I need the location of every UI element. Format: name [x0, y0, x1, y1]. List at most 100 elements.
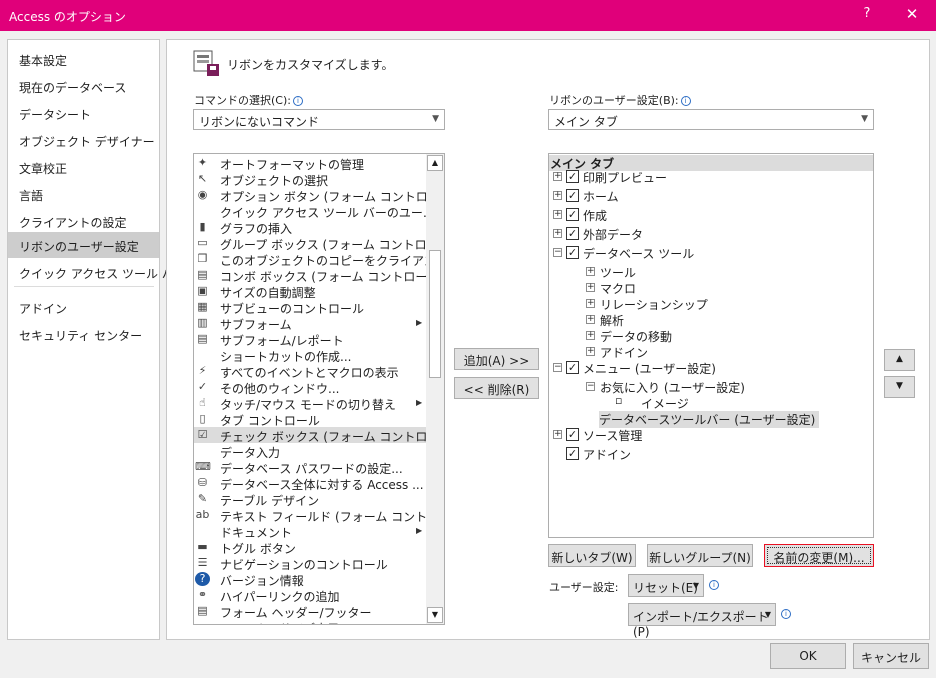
- expand-icon[interactable]: +: [586, 283, 595, 292]
- command-item[interactable]: ↖ オブジェクトの選択: [194, 171, 426, 188]
- close-button[interactable]: ✕: [902, 5, 922, 25]
- command-item[interactable]: ◉ オプション ボタン (フォーム コントロ…: [194, 187, 440, 204]
- tree-node[interactable]: − お気に入り (ユーザー設定): [549, 379, 873, 395]
- expand-icon[interactable]: +: [586, 315, 595, 324]
- scroll-thumb[interactable]: [429, 250, 441, 378]
- nav-item[interactable]: アドイン: [8, 294, 159, 320]
- tree-checkbox[interactable]: ✓: [566, 246, 579, 259]
- tree-checkbox[interactable]: ✓: [566, 208, 579, 221]
- collapse-icon[interactable]: −: [586, 382, 595, 391]
- command-item[interactable]: ▥ サブフォーム ▶: [194, 315, 426, 332]
- command-item[interactable]: データ入力: [194, 443, 426, 460]
- command-item[interactable]: ▬ トグル ボタン: [194, 539, 426, 556]
- new-tab-button[interactable]: 新しいタブ(W): [548, 544, 636, 567]
- rename-button[interactable]: 名前の変更(M)...: [764, 544, 874, 567]
- command-item[interactable]: ▣ サイズの自動調整: [194, 283, 426, 300]
- tree-node[interactable]: + リレーションシップ: [549, 296, 873, 312]
- scroll-down-button[interactable]: ▼: [427, 607, 443, 623]
- command-item[interactable]: ⛁ データベース全体に対する Access ...: [194, 475, 426, 492]
- tree-node[interactable]: + データの移動: [549, 328, 873, 344]
- command-item[interactable]: ドキュメント ▶: [194, 523, 426, 540]
- commands-combo[interactable]: リボンにないコマンド ▼: [193, 109, 445, 130]
- nav-item[interactable]: 現在のデータベース: [8, 73, 159, 99]
- nav-item[interactable]: 基本設定: [8, 46, 159, 72]
- command-item[interactable]: ショートカットの作成...: [194, 347, 426, 364]
- commands-scrollbar[interactable]: ▲ ▼: [426, 154, 444, 624]
- nav-item[interactable]: リボンのユーザー設定: [8, 232, 159, 258]
- tree-checkbox[interactable]: ✓: [566, 227, 579, 240]
- tree-checkbox[interactable]: ✓: [566, 361, 579, 374]
- tree-node[interactable]: − ✓ メニュー (ユーザー設定): [549, 360, 873, 376]
- command-item[interactable]: ▤ コンボ ボックス (フォーム コントロール): [194, 267, 444, 284]
- command-item[interactable]: ▭ グループ ボックス (フォーム コントロ…: [194, 235, 438, 252]
- scroll-up-button[interactable]: ▲: [427, 155, 443, 171]
- move-up-button[interactable]: ▲: [884, 349, 915, 371]
- tree-node[interactable]: + ✓ 外部データ: [549, 226, 873, 242]
- ok-button[interactable]: OK: [770, 643, 846, 669]
- expand-icon[interactable]: +: [586, 299, 595, 308]
- expand-icon[interactable]: +: [553, 229, 562, 238]
- tree-checkbox[interactable]: ✓: [566, 428, 579, 441]
- expand-icon[interactable]: +: [553, 172, 562, 181]
- add-button[interactable]: 追加(A) >>: [454, 348, 539, 370]
- collapse-icon[interactable]: −: [553, 363, 562, 372]
- tree-checkbox[interactable]: ✓: [566, 447, 579, 460]
- command-item[interactable]: クイック アクセス ツール バーのユー…: [194, 203, 435, 220]
- command-item[interactable]: ❐ このオブジェクトのコピーをクライアント…: [194, 251, 444, 268]
- command-item[interactable]: ab テキスト フィールド (フォーム コントロ…: [194, 507, 444, 524]
- tree-node[interactable]: + 解析: [549, 312, 873, 328]
- commands-list[interactable]: ✦ オートフォーマットの管理 ↖ オブジェクトの選択 ◉ オプション ボタン (フォーム …: [193, 153, 445, 625]
- reset-dropdown[interactable]: リセット(E) ▼: [628, 574, 704, 597]
- command-item[interactable]: ☝ タッチ/マウス モードの切り替え ▶: [194, 395, 426, 412]
- expand-icon[interactable]: +: [553, 210, 562, 219]
- command-item[interactable]: ▤ フォーム ヘッダー/フッター: [194, 603, 426, 620]
- command-item[interactable]: ☰ ナビゲーションのコントロール: [194, 555, 426, 572]
- tree-node[interactable]: + アドイン: [549, 344, 873, 360]
- command-item[interactable]: ▮ グラフの挿入: [194, 219, 426, 236]
- command-item[interactable]: フォームのサイズ表示: [194, 619, 426, 624]
- tree-node[interactable]: ✓ アドイン: [549, 446, 873, 462]
- tree-node[interactable]: + ✓ ソース管理: [549, 427, 873, 443]
- ribbon-combo[interactable]: メイン タブ ▼: [548, 109, 874, 130]
- command-item[interactable]: ☑ チェック ボックス (フォーム コントロール): [194, 427, 444, 444]
- expand-icon[interactable]: +: [586, 267, 595, 276]
- tree-node[interactable]: − ✓ データベース ツール: [549, 245, 873, 261]
- command-item[interactable]: ⚭ ハイパーリンクの追加: [194, 587, 426, 604]
- command-item[interactable]: ▤ サブフォーム/レポート: [194, 331, 426, 348]
- tree-node[interactable]: + マクロ: [549, 280, 873, 296]
- expand-icon[interactable]: +: [553, 430, 562, 439]
- nav-item[interactable]: 言語: [8, 181, 159, 207]
- command-item[interactable]: ▦ サブビューのコントロール: [194, 299, 426, 316]
- command-item[interactable]: ? バージョン情報: [194, 571, 426, 588]
- expand-icon[interactable]: +: [553, 191, 562, 200]
- tree-checkbox[interactable]: ✓: [566, 189, 579, 202]
- expand-icon[interactable]: +: [586, 331, 595, 340]
- tree-node[interactable]: ▫ イメージ: [549, 394, 873, 411]
- tree-node[interactable]: + ✓ 作成: [549, 207, 873, 223]
- cancel-button[interactable]: キャンセル: [853, 643, 929, 669]
- import-export-dropdown[interactable]: インポート/エクスポート(P) ▼: [628, 603, 776, 639]
- nav-item[interactable]: セキュリティ センター: [8, 321, 159, 347]
- nav-item[interactable]: オブジェクト デザイナー: [8, 127, 159, 153]
- collapse-icon[interactable]: −: [553, 248, 562, 257]
- nav-item[interactable]: クライアントの設定: [8, 208, 159, 234]
- tree-node[interactable]: + ✓ 印刷プレビュー: [549, 169, 873, 185]
- new-group-button[interactable]: 新しいグループ(N): [647, 544, 753, 567]
- tree-checkbox[interactable]: ✓: [566, 170, 579, 183]
- help-button[interactable]: ?: [858, 6, 876, 24]
- command-item[interactable]: ⚡ すべてのイベントとマクロの表示: [194, 363, 426, 380]
- nav-item[interactable]: クイック アクセス ツール バー: [8, 259, 186, 285]
- command-item[interactable]: ⌨ データベース パスワードの設定...: [194, 459, 426, 476]
- expand-icon[interactable]: +: [586, 347, 595, 356]
- move-down-button[interactable]: ▼: [884, 376, 915, 398]
- command-item[interactable]: ▯ タブ コントロール: [194, 411, 426, 428]
- command-item[interactable]: ✓ その他のウィンドウ...: [194, 379, 426, 396]
- tree-node[interactable]: + ツール: [549, 264, 873, 280]
- command-item[interactable]: ✎ テーブル デザイン: [194, 491, 426, 508]
- ribbon-tree[interactable]: メイン タブ + ✓ 印刷プレビュー + ✓ ホーム + ✓ 作成 + ✓ 外部データ − ✓ データベース …: [548, 153, 874, 538]
- tree-node[interactable]: + ✓ ホーム: [549, 188, 873, 204]
- remove-button[interactable]: << 削除(R): [454, 377, 539, 399]
- command-item[interactable]: ✦ オートフォーマットの管理: [194, 155, 426, 172]
- tree-node[interactable]: データベースツールバー (ユーザー設定): [549, 411, 873, 428]
- nav-item[interactable]: データシート: [8, 100, 159, 126]
